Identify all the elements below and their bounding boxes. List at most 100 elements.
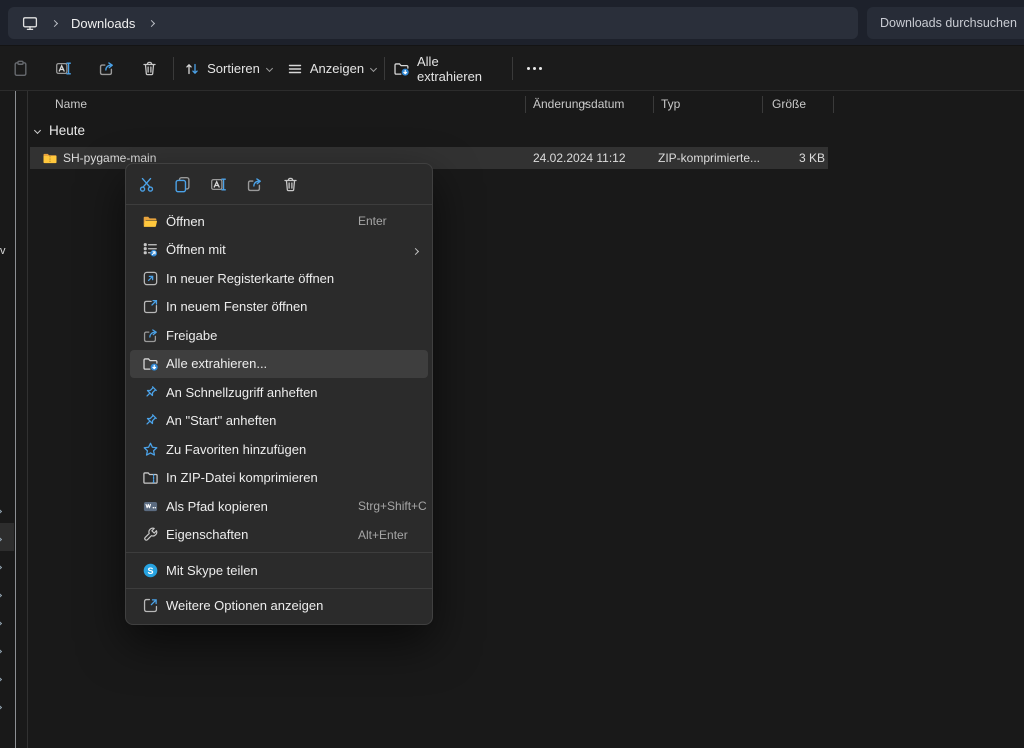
menu-item-oeffnen-mit[interactable]: Öffnen mit xyxy=(126,236,432,265)
menu-item-freigabe[interactable]: Freigabe xyxy=(126,321,432,350)
group-header-heute[interactable]: Heute xyxy=(35,123,85,138)
column-separator[interactable] xyxy=(833,96,834,113)
shortcut-label: Enter xyxy=(358,214,387,228)
pin-icon xyxy=(142,384,159,401)
show-more-icon xyxy=(142,597,159,614)
chevron-down-icon xyxy=(266,65,273,72)
tree-expand-icon[interactable] xyxy=(0,641,6,651)
search-placeholder: Downloads durchsuchen xyxy=(880,16,1017,30)
column-separator[interactable] xyxy=(653,96,654,113)
menu-item-skype-teilen[interactable]: S Mit Skype teilen xyxy=(126,556,432,585)
chevron-down-icon xyxy=(34,127,41,134)
tree-expand-icon[interactable] xyxy=(0,501,6,511)
view-button[interactable]: Anzeigen xyxy=(285,52,378,85)
tree-expand-icon[interactable] xyxy=(0,557,6,567)
tree-expand-icon[interactable] xyxy=(0,697,6,707)
open-with-icon xyxy=(142,241,159,258)
menu-item-neue-registerkarte[interactable]: In neuer Registerkarte öffnen xyxy=(126,264,432,293)
tree-expand-icon[interactable] xyxy=(0,669,6,679)
group-label: Heute xyxy=(49,123,85,138)
menu-item-favoriten[interactable]: Zu Favoriten hinzufügen xyxy=(126,435,432,464)
delete-icon xyxy=(282,176,299,193)
cut-icon xyxy=(138,176,155,193)
menu-item-eigenschaften[interactable]: Eigenschaften Alt+Enter xyxy=(126,521,432,550)
file-date: 24.02.2024 11:12 xyxy=(533,151,626,165)
share-button[interactable] xyxy=(89,52,123,85)
extract-icon xyxy=(393,60,410,77)
chevron-right-icon xyxy=(148,19,155,26)
menu-item-neues-fenster[interactable]: In neuem Fenster öffnen xyxy=(126,293,432,322)
svg-text:S: S xyxy=(147,566,153,576)
copy-icon xyxy=(174,176,191,193)
address-bar[interactable]: Downloads xyxy=(8,7,858,39)
rename-button[interactable] xyxy=(205,171,231,197)
pane-splitter[interactable] xyxy=(15,91,16,748)
tree-expand-icon[interactable] xyxy=(0,613,6,623)
monitor-icon xyxy=(22,15,38,31)
toolbar-separator xyxy=(512,57,513,80)
column-header-type[interactable]: Typ xyxy=(661,97,680,111)
rename-button[interactable] xyxy=(46,52,80,85)
new-window-icon xyxy=(142,298,159,315)
sort-icon xyxy=(184,61,200,77)
column-separator[interactable] xyxy=(762,96,763,113)
context-menu: Öffnen Enter Öffnen mit xyxy=(125,163,433,625)
pin-icon xyxy=(142,412,159,429)
new-tab-icon xyxy=(142,270,159,287)
column-header-date[interactable]: Änderungsdatum xyxy=(533,97,624,111)
star-icon xyxy=(142,441,159,458)
tree-expand-icon[interactable]: v xyxy=(0,245,6,257)
tree-expand-icon[interactable] xyxy=(0,585,6,595)
menu-separator xyxy=(126,552,432,553)
view-label: Anzeigen xyxy=(310,61,364,76)
toolbar-separator xyxy=(384,57,385,80)
delete-button[interactable] xyxy=(277,171,303,197)
zip-folder-icon xyxy=(42,150,58,169)
tree-expand-icon[interactable] xyxy=(0,529,6,539)
ellipsis-icon xyxy=(527,67,542,70)
menu-separator xyxy=(126,588,432,589)
open-folder-icon xyxy=(142,213,159,230)
delete-icon xyxy=(141,60,158,77)
menu-item-weitere-optionen[interactable]: Weitere Optionen anzeigen xyxy=(126,592,432,621)
column-header-size[interactable]: Größe xyxy=(772,97,806,111)
share-icon xyxy=(246,176,263,193)
menu-item-schnellzugriff-anheften[interactable]: An Schnellzugriff anheften xyxy=(126,378,432,407)
share-button[interactable] xyxy=(241,171,267,197)
paste-button[interactable] xyxy=(3,52,37,85)
extract-all-label: Alle extrahieren xyxy=(417,54,507,84)
view-icon xyxy=(287,61,303,77)
extract-all-button[interactable]: Alle extrahieren xyxy=(393,52,507,85)
menu-item-zip-komprimieren[interactable]: In ZIP-Datei komprimieren xyxy=(126,464,432,493)
cut-button[interactable] xyxy=(133,171,159,197)
quick-actions-bar xyxy=(126,164,432,204)
extract-icon xyxy=(142,355,159,372)
menu-item-start-anheften[interactable]: An "Start" anheften xyxy=(126,407,432,436)
file-size: 3 KB xyxy=(690,151,825,165)
breadcrumb[interactable]: Downloads xyxy=(71,16,135,31)
rename-icon xyxy=(55,60,72,77)
menu-item-oeffnen[interactable]: Öffnen Enter xyxy=(126,207,432,236)
more-options-button[interactable] xyxy=(519,52,549,85)
paste-icon xyxy=(12,60,29,77)
menu-item-alle-extrahieren[interactable]: Alle extrahieren... xyxy=(130,350,428,379)
chevron-right-icon xyxy=(51,19,58,26)
toolbar-separator xyxy=(173,57,174,80)
column-header-name[interactable]: Name xyxy=(55,97,87,111)
search-input[interactable]: Downloads durchsuchen xyxy=(867,7,1024,39)
menu-item-pfad-kopieren[interactable]: Als Pfad kopieren Strg+Shift+C xyxy=(126,492,432,521)
sort-label: Sortieren xyxy=(207,61,260,76)
zip-compress-icon xyxy=(142,469,159,486)
delete-button[interactable] xyxy=(132,52,166,85)
shortcut-label: Strg+Shift+C xyxy=(358,499,427,513)
pane-edge-line xyxy=(27,91,28,748)
column-separator[interactable] xyxy=(525,96,526,113)
share-icon xyxy=(142,327,159,344)
title-address-bar: Downloads Downloads durchsuchen xyxy=(0,0,1024,46)
shortcut-label: Alt+Enter xyxy=(358,528,408,542)
submenu-chevron-icon xyxy=(413,241,418,259)
copy-button[interactable] xyxy=(169,171,195,197)
sort-button[interactable]: Sortieren xyxy=(181,52,275,85)
copy-path-icon xyxy=(142,498,159,515)
share-icon xyxy=(98,60,115,77)
